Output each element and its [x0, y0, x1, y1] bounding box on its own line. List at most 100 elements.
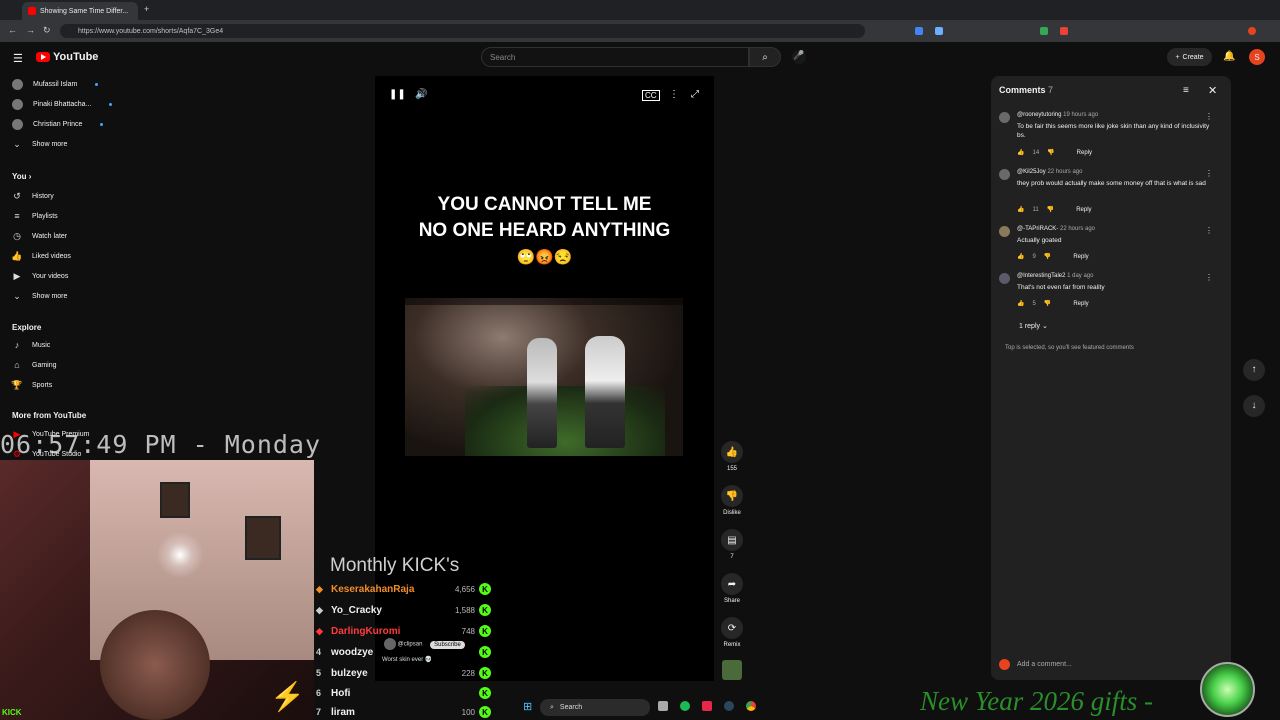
subscribe-button[interactable]: Subscribe [430, 640, 465, 649]
volume-icon[interactable]: 🔊 [415, 89, 427, 100]
sidebar-item-playlists[interactable]: ≡ Playlists [12, 208, 57, 224]
sidebar-show-more[interactable]: ⌄ Show more [12, 136, 67, 152]
sidebar-show-more[interactable]: ⌄ Show more [12, 288, 67, 304]
back-icon[interactable]: ← [8, 25, 17, 35]
extension-icon[interactable] [935, 27, 943, 35]
comment-menu-icon[interactable]: ⋮ [1205, 226, 1213, 235]
comments-button[interactable]: ▤ 7 [720, 529, 744, 560]
view-replies-button[interactable]: 1 reply ⌄ [1019, 322, 1048, 330]
create-button[interactable]: + Create [1167, 48, 1212, 66]
commenter-avatar[interactable] [999, 273, 1010, 284]
leaderboard-row: 5 bulzeye 228 K [316, 664, 491, 682]
add-comment-input[interactable]: Add a comment... [1017, 661, 1072, 668]
remix-button[interactable]: ⟳ Remix [720, 617, 744, 648]
address-bar[interactable]: https://www.youtube.com/shorts/Aqfa7C_3G… [60, 24, 865, 38]
kick-coin-icon: K [479, 625, 491, 637]
reload-icon[interactable]: ↻ [43, 25, 51, 36]
sidebar-item-watch-later[interactable]: ◷ Watch later [12, 228, 67, 244]
sidebar-item-sports[interactable]: 🏆 Sports [11, 377, 52, 393]
spotify-icon[interactable] [680, 701, 690, 711]
menu-icon[interactable]: ☰ [13, 52, 23, 65]
sidebar-subscription[interactable]: Christian Prince [12, 116, 104, 132]
sidebar-item-history[interactable]: ↺ History [12, 188, 54, 204]
thumbs-up-icon[interactable]: 👍 [1017, 149, 1024, 156]
comment-menu-icon[interactable]: ⋮ [1205, 112, 1213, 121]
extension-icon[interactable] [915, 27, 923, 35]
thumbs-up-icon[interactable]: 👍 [1017, 253, 1024, 260]
comment-author[interactable]: @-TAPriRACK- [1017, 226, 1058, 232]
sidebar-item-your-videos[interactable]: ▶ Your videos [12, 268, 69, 284]
profile-icon[interactable] [1248, 27, 1256, 35]
voice-search-icon[interactable]: 🎤 [792, 50, 806, 64]
comment-menu-icon[interactable]: ⋮ [1205, 273, 1213, 282]
thumbs-down-icon[interactable]: 👎 [1044, 300, 1051, 307]
chrome-icon[interactable] [746, 701, 756, 711]
extension-icon[interactable] [1040, 27, 1048, 35]
reply-button[interactable]: Reply [1073, 301, 1088, 307]
sidebar-you-heading[interactable]: You › [12, 172, 31, 181]
search-input[interactable]: Search [481, 47, 749, 67]
reply-button[interactable]: Reply [1076, 207, 1091, 213]
sidebar-subscription[interactable]: Mufassil Islam [12, 76, 99, 92]
more-options-icon[interactable]: ⋮ [669, 89, 679, 100]
previous-short-button[interactable]: ↑ [1243, 359, 1265, 381]
sidebar-more-heading: More from YouTube [12, 411, 86, 420]
sidebar-item-liked-videos[interactable]: 👍 Liked videos [11, 248, 71, 264]
sidebar-item-gaming[interactable]: ⌂ Gaming [12, 357, 56, 373]
avatar[interactable]: S [1249, 49, 1265, 65]
reply-button[interactable]: Reply [1077, 150, 1092, 156]
thumbs-down-icon[interactable]: 👎 [1044, 253, 1051, 260]
comment-menu-icon[interactable]: ⋮ [1205, 169, 1213, 178]
comment-author[interactable]: @rooneytutoring [1017, 112, 1061, 118]
forward-icon[interactable]: → [26, 25, 35, 35]
sound-thumbnail[interactable] [722, 660, 742, 680]
playlists-icon: ≡ [14, 211, 20, 221]
commenter-avatar[interactable] [999, 112, 1010, 123]
task-view-icon[interactable] [658, 701, 668, 711]
comments-title-text: Comments [999, 85, 1046, 95]
windows-start-icon[interactable]: ⊞ [523, 700, 532, 713]
webcam-person [100, 610, 210, 720]
search-button[interactable]: ⌕ [749, 47, 781, 67]
new-tab-button[interactable]: + [144, 4, 149, 14]
sidebar-subscription[interactable]: Pinaki Bhattacha... [12, 96, 113, 112]
channel-handle[interactable]: @clipsan [398, 642, 423, 648]
leaderboard-row: ◆ Yo_Cracky 1,588 K [316, 601, 491, 619]
steam-icon[interactable] [724, 701, 734, 711]
commenter-avatar[interactable] [999, 226, 1010, 237]
youtube-logo[interactable]: YouTube [36, 51, 98, 63]
rank-badge-icon: ◆ [316, 625, 323, 636]
thumbs-up-icon[interactable]: 👍 [1017, 206, 1024, 213]
comment-author[interactable]: @InterestingTale2 [1017, 273, 1065, 279]
close-icon[interactable]: ✕ [1208, 84, 1217, 97]
fullscreen-icon[interactable]: ⤢ [691, 89, 699, 100]
next-short-button[interactable]: ↓ [1243, 395, 1265, 417]
kick-logo: KICK [2, 708, 22, 717]
comment-text: To be fair this seems more like joke ski… [1017, 123, 1210, 139]
sidebar-item-music[interactable]: ♪ Music [12, 337, 51, 353]
comment-author[interactable]: @Kil25Joy [1017, 169, 1046, 175]
comment-header: @InterestingTale2 1 day ago [1017, 273, 1093, 279]
comment-likes: 11 [1032, 206, 1039, 213]
thumbs-down-icon: 👎 [721, 485, 743, 507]
app-icon[interactable] [702, 701, 712, 711]
extension-icon[interactable] [1060, 27, 1068, 35]
taskbar-search[interactable]: ⌕ Search [540, 699, 650, 716]
logo-text: YouTube [53, 51, 99, 63]
share-button[interactable]: ➦ Share [720, 573, 744, 604]
sidebar-item-label: Your videos [32, 272, 69, 280]
thumbs-up-icon[interactable]: 👍 [1017, 300, 1024, 307]
webcam-lights [150, 530, 210, 580]
pause-icon[interactable]: ❚❚ [389, 89, 406, 100]
thumbs-down-icon[interactable]: 👎 [1047, 206, 1054, 213]
like-button[interactable]: 👍 155 [720, 441, 744, 472]
sort-icon[interactable]: ≡ [1183, 85, 1189, 96]
browser-tab[interactable]: Showing Same Time Differ... [22, 2, 138, 20]
thumbs-down-icon[interactable]: 👎 [1047, 149, 1054, 156]
leaderboard-name: DarlingKuromi [331, 625, 401, 637]
notifications-icon[interactable]: 🔔 [1223, 51, 1235, 62]
commenter-avatar[interactable] [999, 169, 1010, 180]
captions-icon[interactable]: CC [642, 90, 660, 101]
reply-button[interactable]: Reply [1073, 254, 1088, 260]
dislike-button[interactable]: 👎 Dislike [720, 485, 744, 516]
